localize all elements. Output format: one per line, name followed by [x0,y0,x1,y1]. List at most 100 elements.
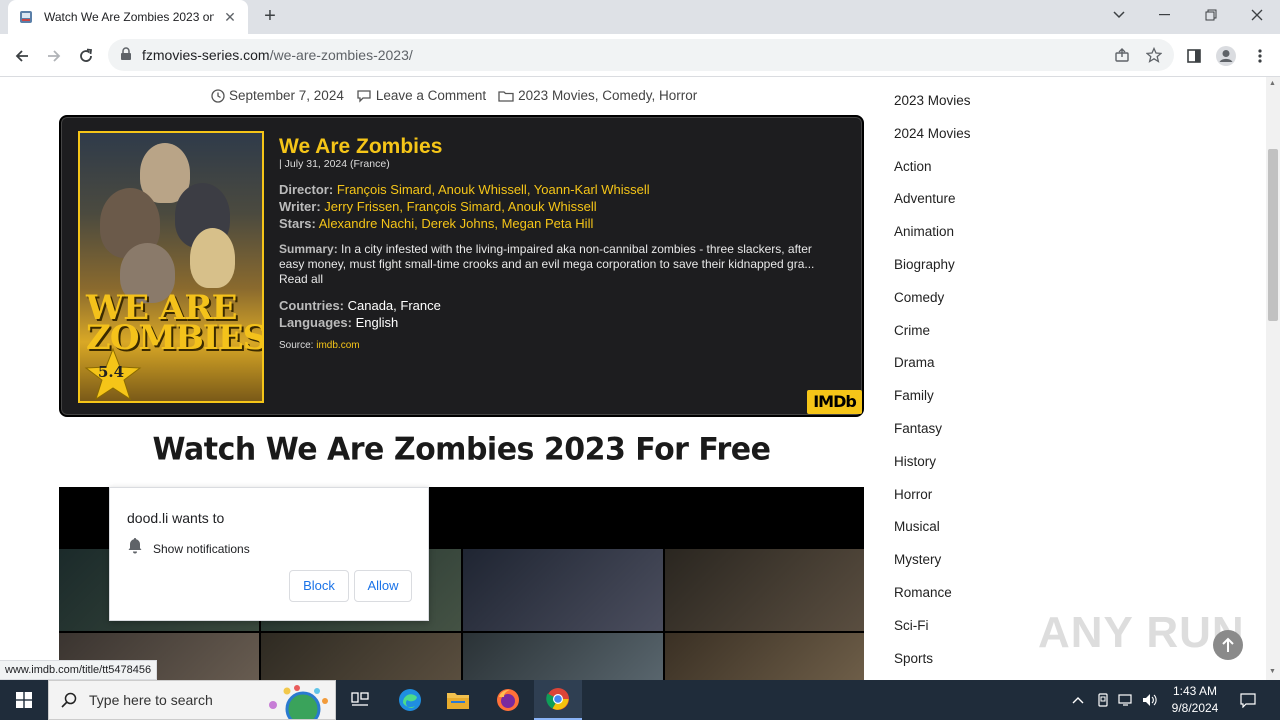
browser-menu-icon[interactable] [1246,42,1274,70]
forward-button[interactable] [40,42,68,70]
tab-strip: Watch We Are Zombies 2023 on ✕ + [0,0,1280,34]
allow-button[interactable]: Allow [354,570,412,602]
video-thumbnail [665,633,864,680]
sidebar-category-link[interactable]: Family [894,388,934,403]
tab-title: Watch We Are Zombies 2023 on [44,10,214,24]
imdb-info-card: WE ARE ZOMBIES 5.4 We Are Zombies | July… [59,115,864,417]
tray-device-icon[interactable] [1093,680,1113,720]
minimize-button[interactable] [1142,0,1188,30]
scroll-down-arrow-icon[interactable]: ▼ [1269,668,1277,676]
sidebar-category-link[interactable]: Horror [894,487,932,502]
languages-row: Languages: English [279,315,399,330]
search-icon [61,692,77,708]
video-thumbnail [463,633,663,680]
address-bar[interactable]: fzmovies-series.com/we-are-zombies-2023/ [108,39,1174,71]
search-highlight-globe-icon [269,685,328,719]
clock-date: 9/8/2024 [1171,701,1219,715]
imdb-rating: 5.4 [98,363,125,381]
reload-button[interactable] [72,42,100,70]
task-view-button[interactable] [336,680,384,720]
bookmark-star-icon[interactable] [1144,45,1164,65]
sidebar-category-link[interactable]: Fantasy [894,421,942,436]
notifications-center-icon[interactable] [1236,680,1260,720]
video-thumbnail [463,549,663,631]
folder-icon [447,693,469,709]
share-icon[interactable] [1112,45,1132,65]
source-link[interactable]: imdb.com [316,340,359,351]
tray-volume-icon[interactable] [1140,680,1160,720]
sidebar-category-link[interactable]: Action [894,159,932,174]
post-categories[interactable]: 2023 Movies, Comedy, Horror [498,88,697,103]
close-window-button[interactable] [1234,0,1280,30]
video-thumbnail [665,549,864,631]
sidebar-category-link[interactable]: 2023 Movies [894,93,971,108]
sidebar-category-link[interactable]: Biography [894,257,955,272]
popup-title: dood.li wants to [127,510,225,526]
sidebar-category-link[interactable]: History [894,454,936,469]
bell-icon [127,537,143,560]
director-links[interactable]: François Simard, Anouk Whissell, Yoann-K… [337,182,650,197]
lock-icon[interactable] [120,47,132,66]
taskbar-file-explorer[interactable] [434,680,482,720]
windows-taskbar: Type here to search 1:43 AM 9/8/2024 [0,680,1280,720]
browser-tab[interactable]: Watch We Are Zombies 2023 on ✕ [8,0,248,34]
sidebar-category-link[interactable]: Drama [894,355,935,370]
taskbar-clock[interactable]: 1:43 AM 9/8/2024 [1162,683,1228,717]
block-button[interactable]: Block [289,570,349,602]
poster-figure [190,228,235,288]
post-meta: September 7, 2024 Leave a Comment 2023 M… [211,88,709,103]
tray-network-icon[interactable] [1116,680,1136,720]
sidebar-category-link[interactable]: Sports [894,651,933,666]
movie-summary: Summary: In a city infested with the liv… [279,242,815,286]
writer-links[interactable]: Jerry Frissen, François Simard, Anouk Wh… [324,199,596,214]
stars-row: Stars: Alexandre Nachi, Derek Johns, Meg… [279,216,594,231]
tray-overflow-chevron-icon[interactable] [1068,680,1088,720]
sidebar-category-link[interactable]: Musical [894,519,940,534]
taskbar-edge[interactable] [386,680,434,720]
clock-icon [211,88,225,103]
taskbar-chrome[interactable] [534,680,582,720]
firefox-icon [497,689,519,711]
back-button[interactable] [8,42,36,70]
director-row: Director: François Simard, Anouk Whissel… [279,182,650,197]
start-button[interactable] [0,680,48,720]
sidebar-category-link[interactable]: Animation [894,224,954,239]
taskbar-search-box[interactable]: Type here to search [48,680,336,720]
sidebar-category-link[interactable]: Comedy [894,290,944,305]
restore-button[interactable] [1188,0,1234,30]
site-favicon-icon [18,9,34,25]
windows-logo-icon [16,692,32,708]
imdb-logo[interactable]: IMDb [807,390,862,414]
movie-poster[interactable]: WE ARE ZOMBIES 5.4 [78,131,264,403]
post-date: September 7, 2024 [211,88,344,103]
tab-search-chevron-icon[interactable] [1096,0,1142,30]
new-tab-button[interactable]: + [258,5,282,29]
scroll-up-arrow-icon[interactable]: ▲ [1269,80,1277,88]
profile-avatar-icon[interactable] [1212,42,1240,70]
writer-row: Writer: Jerry Frissen, François Simard, … [279,199,597,214]
movie-title[interactable]: We Are Zombies [279,135,442,159]
tab-close-icon[interactable]: ✕ [222,9,238,25]
scrollbar-thumb[interactable] [1268,149,1278,321]
search-placeholder: Type here to search [89,692,213,708]
taskbar-firefox[interactable] [484,680,532,720]
task-view-icon [351,692,369,706]
sidebar-category-link[interactable]: 2024 Movies [894,126,971,141]
release-date: | July 31, 2024 (France) [279,158,390,170]
sidebar-category-link[interactable]: Romance [894,585,952,600]
star-links[interactable]: Alexandre Nachi, Derek Johns, Megan Peta… [319,216,594,231]
leave-comment-link[interactable]: Leave a Comment [356,88,486,103]
read-all-link[interactable]: Read all [279,272,323,286]
side-panel-icon[interactable] [1180,42,1208,70]
folder-icon [498,90,514,102]
scroll-to-top-button[interactable] [1213,630,1243,660]
status-bar-url: www.imdb.com/title/tt5478456 [0,660,158,680]
sidebar-category-link[interactable]: Sci-Fi [894,618,929,633]
countries-row: Countries: Canada, France [279,298,441,313]
watch-heading: Watch We Are Zombies 2023 For Free [152,431,771,468]
sidebar-category-link[interactable]: Adventure [894,191,956,206]
notification-permission-popup: dood.li wants to Show notifications Bloc… [109,487,429,621]
page-scrollbar[interactable]: ▲ ▼ [1266,77,1280,680]
sidebar-category-link[interactable]: Crime [894,323,930,338]
sidebar-category-link[interactable]: Mystery [894,552,941,567]
